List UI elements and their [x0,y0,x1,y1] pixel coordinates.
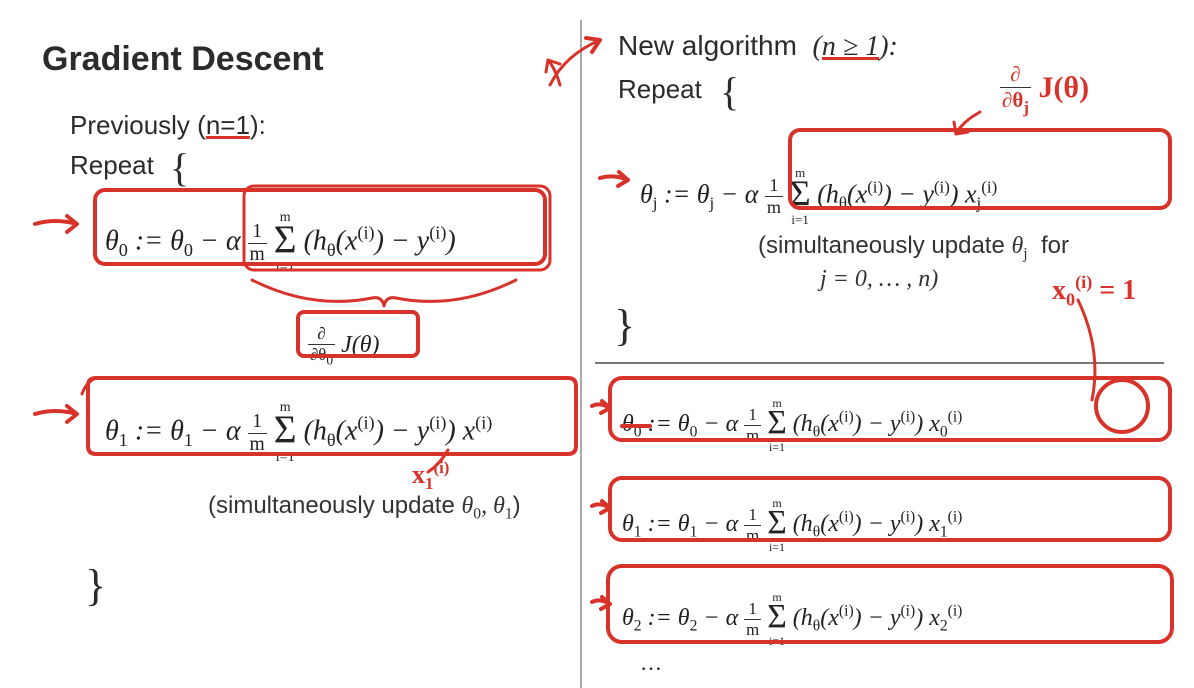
page-title: Gradient Descent [42,40,324,79]
arrowhead-to-new [586,38,600,52]
simul1-right: (simultaneously update θj for [758,232,1069,263]
dots-right: … [640,650,662,676]
simul-note-left: (simultaneously update θ0, θ1) [208,492,521,523]
arrow-to-new [550,40,600,85]
brace-under-theta0 [252,280,516,306]
prev-n: n=1 [206,110,250,140]
hand-x0-eq1: x0(i) = 1 [1052,272,1136,310]
formula-theta1-left: θ1 := θ1 − α 1m mΣi=1 (hθ(x(i)) − y(i)) … [105,400,492,466]
box-left-theta1-ear [82,378,96,394]
arrow-deriv-down [954,112,980,134]
formula-thetaj-right: θj := θj − α 1m mΣi=1 (hθ(x(i)) − y(i)) … [640,165,997,228]
right-separator-line [595,362,1164,364]
hand-x1-left: x1(i) [412,458,449,494]
brace-open-right: { [720,68,739,115]
arrow-back-left [546,60,560,85]
prev-suffix: ): [250,110,266,140]
brace-close-right: } [614,300,635,351]
formula-theta0-left: θ0 := θ0 − α 1m mΣi=1 (hθ(x(i)) − y(i)) [105,210,456,276]
new-algo-text: New algorithm [618,30,797,61]
previously-label: Previously (n=1): [70,110,266,141]
formula-theta2-right: θ2 := θ2 − α 1m mΣi=1 (hθ(x(i)) − y(i)) … [622,590,962,649]
arrow-right-thetaj [600,172,628,186]
brace-close-left: } [85,560,106,611]
repeat-right: Repeat [618,74,702,105]
circle-x0-right [1096,380,1148,432]
arrow-x0-curve [1078,300,1095,400]
arrow-right-theta2 [592,597,610,609]
arrow-left-theta0 [35,216,77,232]
arrow-left-theta1 [35,406,77,422]
simul2-right: j = 0, … , n) [820,266,938,293]
deriv-label-left: ∂∂θ0 J(θ) [308,324,380,369]
slide-root: Gradient Descent Previously (n=1): Repea… [0,0,1194,688]
repeat-left: Repeat [70,150,154,181]
arrow-right-theta1 [592,501,610,513]
formula-theta1-right: θ1 := θ1 − α 1m mΣi=1 (hθ(x(i)) − y(i)) … [622,496,962,555]
center-divider [580,20,582,688]
formula-theta0-right: θ0 := θ0 − α 1m mΣi=1 (hθ(x(i)) − y(i)) … [622,396,962,455]
arrow-right-theta0 [592,401,610,413]
hand-deriv-right: ∂∂θj J(θ) [1000,62,1089,118]
brace-open-left: { [170,144,189,191]
prev-prefix: Previously ( [70,110,206,140]
new-algo-label: New algorithm (n ≥ 1): [618,30,898,63]
